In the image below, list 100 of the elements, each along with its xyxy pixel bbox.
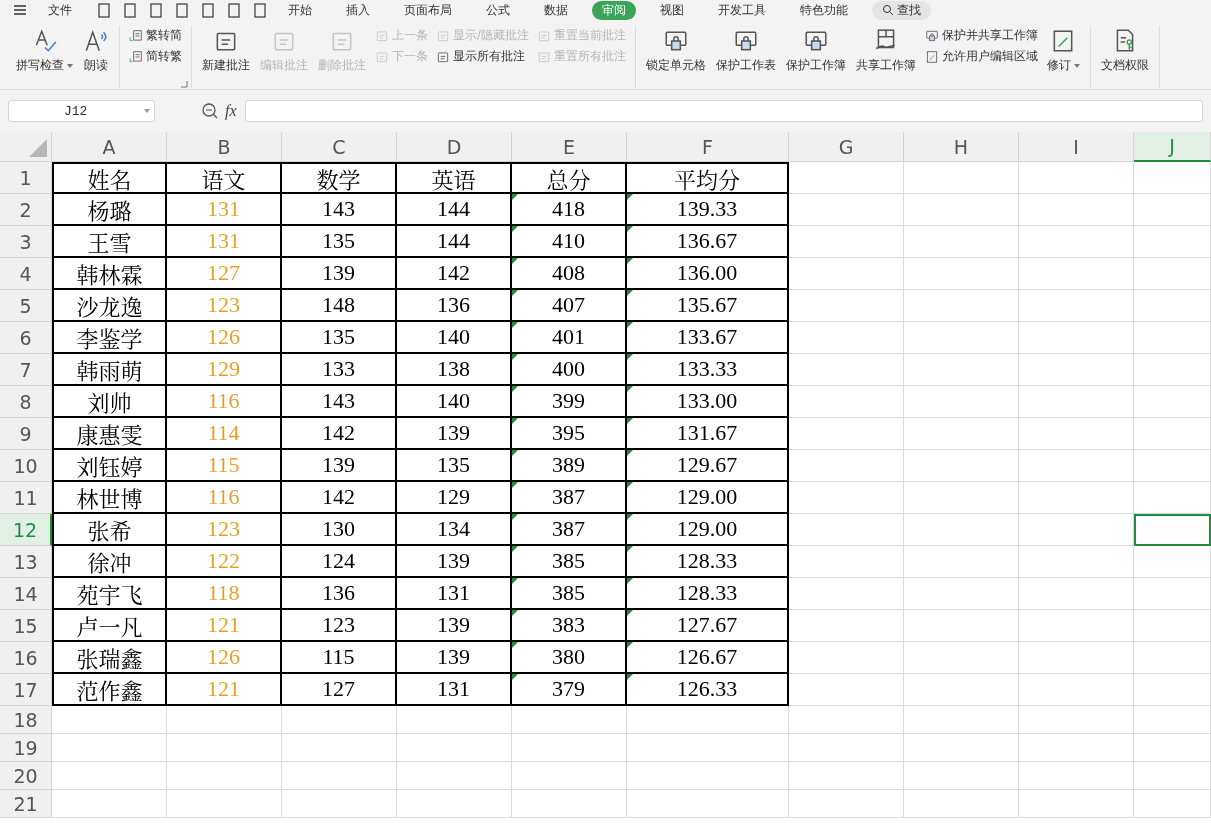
grid-cell[interactable] [1019,354,1134,386]
zoom-icon[interactable] [201,102,219,120]
grid-cell[interactable]: 王雪 [52,226,167,258]
ribbon-button[interactable]: 保护并共享工作簿 [924,28,1038,43]
grid-cell[interactable] [1134,546,1211,578]
grid-cell[interactable] [1019,514,1134,546]
grid-cell[interactable]: 139 [282,450,397,482]
grid-cell[interactable]: 136 [282,578,397,610]
grid-cell[interactable] [789,162,904,194]
grid-cell[interactable] [1134,610,1211,642]
grid-cell[interactable]: 143 [282,386,397,418]
grid-cell[interactable] [789,194,904,226]
grid-cell[interactable] [1134,290,1211,322]
search-button[interactable]: 查找 [872,0,931,20]
grid-cell[interactable] [1134,450,1211,482]
ribbon-button[interactable]: 拼写检查 [12,26,77,75]
grid-cell[interactable]: 139.33 [627,194,789,226]
ribbon-button[interactable]: 共享工作簿 [851,26,920,75]
grid-cell[interactable] [1019,258,1134,290]
grid-cell[interactable]: 数学 [282,162,397,194]
grid-cell[interactable] [904,450,1019,482]
column-header[interactable]: A [52,132,167,162]
ribbon-button[interactable]: 锁定单元格 [641,26,710,75]
grid-cell[interactable]: 387 [512,482,627,514]
menu-tab[interactable]: 插入 [336,0,380,20]
grid-cell[interactable] [1134,354,1211,386]
grid-cell[interactable] [789,258,904,290]
grid-cell[interactable] [282,790,397,818]
grid-cell[interactable]: 410 [512,226,627,258]
menu-tab[interactable]: 页面布局 [394,0,462,20]
grid-cell[interactable] [397,762,512,790]
function-label[interactable]: fx [225,102,237,120]
grid-cell[interactable] [1134,674,1211,706]
grid-cell[interactable] [1019,762,1134,790]
grid-cell[interactable]: 刘帅 [52,386,167,418]
grid-cell[interactable] [1134,226,1211,258]
grid-cell[interactable]: 142 [397,258,512,290]
row-header[interactable]: 19 [0,734,52,762]
grid-cell[interactable] [1134,322,1211,354]
grid-cell[interactable] [904,514,1019,546]
column-header[interactable]: E [512,132,627,162]
grid-cell[interactable]: 383 [512,610,627,642]
grid-cell[interactable]: 李鉴学 [52,322,167,354]
grid-cell[interactable] [52,762,167,790]
grid-cell[interactable]: 140 [397,322,512,354]
grid-cell[interactable] [789,450,904,482]
ribbon-button[interactable]: 保护工作簿 [781,26,850,75]
grid-cell[interactable] [1019,290,1134,322]
grid-cell[interactable]: 130 [282,514,397,546]
grid-cell[interactable] [1019,546,1134,578]
grid-cell[interactable]: 129.00 [627,482,789,514]
grid-cell[interactable]: 128.33 [627,546,789,578]
row-header[interactable]: 4 [0,258,52,290]
grid-cell[interactable] [789,790,904,818]
grid-cell[interactable] [904,226,1019,258]
grid-cell[interactable]: 杨璐 [52,194,167,226]
grid-cell[interactable]: 126.33 [627,674,789,706]
grid-cell[interactable] [1019,418,1134,450]
grid-cell[interactable] [789,546,904,578]
grid-cell[interactable]: 韩林霖 [52,258,167,290]
menu-tab[interactable]: 文件 [38,0,82,20]
grid-cell[interactable]: 115 [282,642,397,674]
toolbar-icon[interactable] [96,2,112,18]
ribbon-button[interactable]: 显示所有批注 [436,49,529,64]
grid-cell[interactable]: 124 [282,546,397,578]
grid-cell[interactable] [789,354,904,386]
grid-cell[interactable] [397,734,512,762]
grid-cell[interactable]: 148 [282,290,397,322]
row-header[interactable]: 8 [0,386,52,418]
grid-cell[interactable]: 129 [397,482,512,514]
ribbon-button[interactable]: 修订 [1042,26,1084,75]
grid-cell[interactable]: 135 [282,226,397,258]
ribbon-button[interactable]: 简转繁 [129,49,182,64]
grid-cell[interactable]: 123 [282,610,397,642]
grid-cell[interactable] [627,762,789,790]
grid-cell[interactable]: 139 [397,418,512,450]
name-box[interactable]: J12 [8,100,155,122]
grid-cell[interactable]: 401 [512,322,627,354]
row-header[interactable]: 18 [0,706,52,734]
grid-cell[interactable]: 143 [282,194,397,226]
grid-cell[interactable] [789,290,904,322]
grid-cell[interactable]: 范作鑫 [52,674,167,706]
row-header[interactable]: 5 [0,290,52,322]
grid-cell[interactable]: 韩雨萌 [52,354,167,386]
grid-cell[interactable] [282,706,397,734]
grid-cell[interactable]: 127 [282,674,397,706]
grid-cell[interactable] [627,706,789,734]
column-header[interactable]: C [282,132,397,162]
grid-cell[interactable]: 139 [282,258,397,290]
grid-cell[interactable] [904,546,1019,578]
grid-cell[interactable]: 136 [397,290,512,322]
column-header[interactable]: H [904,132,1019,162]
grid-cell[interactable] [904,790,1019,818]
column-header[interactable]: B [167,132,282,162]
grid-cell[interactable]: 407 [512,290,627,322]
grid-cell[interactable] [282,734,397,762]
grid-cell[interactable]: 133 [282,354,397,386]
grid-cell[interactable]: 135 [397,450,512,482]
toolbar-icon[interactable] [174,2,190,18]
grid-cell[interactable]: 133.33 [627,354,789,386]
